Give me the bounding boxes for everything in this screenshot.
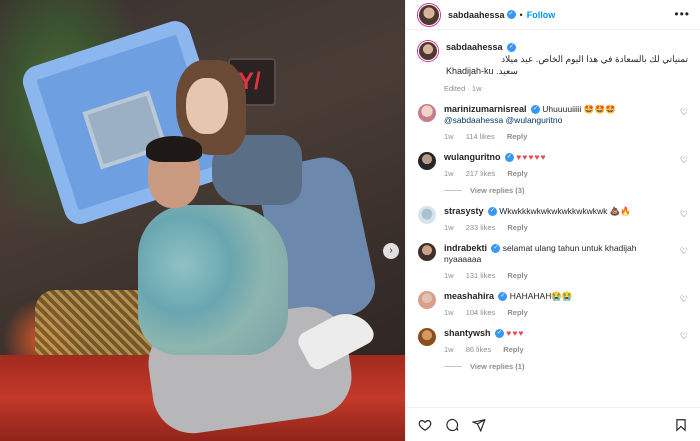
comment-text: Uhuuuuiiiii 🤩🤩🤩 xyxy=(542,104,616,114)
next-photo-button[interactable]: › xyxy=(383,243,399,259)
commenter-username[interactable]: marinizumarnisreal xyxy=(444,104,527,114)
comment-time: 1w xyxy=(444,345,454,354)
commenter-avatar[interactable] xyxy=(418,152,436,170)
heart-icon[interactable]: ♡ xyxy=(680,246,688,257)
comments-scroll[interactable]: sabdaahessa ✓ تمنياتي لك بالسعادة في هذا… xyxy=(406,31,700,407)
comment-time: 1w xyxy=(444,271,454,280)
woman-face xyxy=(186,78,228,134)
verified-icon: ✓ xyxy=(530,105,540,115)
comment-time: 1w xyxy=(444,169,454,178)
heart-icon[interactable]: ♡ xyxy=(680,209,688,220)
reply-button[interactable]: Reply xyxy=(507,132,527,141)
reply-button[interactable]: Reply xyxy=(503,345,523,354)
commenter-username[interactable]: shantywsh xyxy=(444,328,491,338)
comment-time: 1w xyxy=(444,308,454,317)
verified-icon: ✓ xyxy=(487,207,497,217)
save-icon xyxy=(676,418,686,432)
post-photo[interactable]: Y/ › xyxy=(0,0,405,441)
heart-icon[interactable]: ♡ xyxy=(680,331,688,342)
caption-line-1: تمنياتي لك بالسعادة في هذا اليوم الخاص. … xyxy=(501,54,688,64)
man-sweater xyxy=(138,205,288,355)
comment-hearts: ♥♥♥♥♥ xyxy=(516,152,547,162)
commenter-avatar[interactable] xyxy=(418,291,436,309)
heart-icon[interactable]: ♡ xyxy=(680,294,688,305)
verified-icon: ✓ xyxy=(494,329,504,339)
save-button[interactable] xyxy=(674,418,688,432)
caption-username[interactable]: sabdaahessa xyxy=(446,42,503,52)
comment-likes[interactable]: 86 likes xyxy=(466,345,491,354)
reply-button[interactable]: Reply xyxy=(507,223,527,232)
comment-likes[interactable]: 217 likes xyxy=(466,169,496,178)
comment-likes[interactable]: 114 likes xyxy=(466,132,495,141)
author-username[interactable]: sabdaahessa xyxy=(448,10,505,20)
post-header: sabdaahessa ✓ • Follow ••• xyxy=(406,0,700,30)
comment-item: wulanguritno ✓ ♥♥♥♥♥ 1w 217 likes Reply … xyxy=(418,152,688,178)
commenter-username[interactable]: wulanguritno xyxy=(444,152,501,162)
view-replies-button[interactable]: View replies (3) xyxy=(444,186,688,195)
man-hair xyxy=(146,136,202,162)
comment-likes[interactable]: 104 likes xyxy=(466,308,496,317)
commenter-avatar[interactable] xyxy=(418,104,436,122)
commenter-avatar[interactable] xyxy=(418,328,436,346)
verified-icon: ✓ xyxy=(504,153,514,163)
comment-item: marinizumarnisreal ✓ Uhuuuuiiiii 🤩🤩🤩 @sa… xyxy=(418,104,688,141)
comment-item: meashahira ✓ HAHAHAH😭😭 1w 104 likes Repl… xyxy=(418,291,688,317)
commenter-username[interactable]: strasysty xyxy=(444,206,484,216)
comment-text: Wkwkkkwkwkwkwkkwkwkwk 💩🔥 xyxy=(499,206,631,216)
like-button[interactable] xyxy=(418,418,432,432)
commenter-avatar[interactable] xyxy=(418,243,436,261)
caption-avatar[interactable] xyxy=(418,41,438,61)
comment-item: indrabekti ✓ selamat ulang tahun untuk k… xyxy=(418,243,688,280)
comment-time: 1w xyxy=(444,223,454,232)
commenter-username[interactable]: indrabekti xyxy=(444,243,487,253)
post-modal: Y/ › sabdaahessa ✓ • Follow ••• sabdaahe… xyxy=(0,0,700,441)
comment-item: strasysty ✓ Wkwkkkwkwkwkwkkwkwkwk 💩🔥 1w … xyxy=(418,206,688,232)
reply-button[interactable]: Reply xyxy=(507,169,527,178)
heart-icon[interactable]: ♡ xyxy=(680,107,688,118)
verified-icon: ✓ xyxy=(506,10,516,19)
comment-icon xyxy=(446,418,459,431)
reply-button[interactable]: Reply xyxy=(507,271,527,280)
comment-button[interactable] xyxy=(445,418,459,432)
author-avatar[interactable] xyxy=(418,3,440,26)
commenter-username[interactable]: meashahira xyxy=(444,291,494,301)
reply-button[interactable]: Reply xyxy=(507,308,527,317)
caption-line-2: سعيد. Khadijah-ku xyxy=(446,66,518,76)
chevron-right-icon: › xyxy=(389,245,393,256)
comment-item: shantywsh ✓ ♥♥♥ 1w 86 likes Reply ♡ xyxy=(418,328,688,354)
comment-time: 1w xyxy=(444,132,454,141)
comment-likes[interactable]: 131 likes xyxy=(466,271,496,280)
separator-dot: • xyxy=(519,9,523,20)
caption: sabdaahessa ✓ تمنياتي لك بالسعادة في هذا… xyxy=(418,41,688,77)
comment-text: HAHAHAH😭😭 xyxy=(509,291,573,301)
follow-button[interactable]: Follow xyxy=(527,10,556,20)
view-replies-button[interactable]: View replies (1) xyxy=(444,362,688,371)
commenter-avatar[interactable] xyxy=(418,206,436,224)
comment-likes[interactable]: 233 likes xyxy=(466,223,496,232)
share-button[interactable] xyxy=(472,418,486,432)
heart-icon xyxy=(418,419,432,431)
verified-icon: ✓ xyxy=(491,244,501,254)
share-icon xyxy=(472,418,486,432)
comment-mention[interactable]: @sabdaahessa @wulanguritno xyxy=(444,115,562,125)
more-icon[interactable]: ••• xyxy=(674,7,690,21)
comment-hearts: ♥♥♥ xyxy=(506,328,525,338)
verified-icon: ✓ xyxy=(507,43,517,53)
post-side-panel: sabdaahessa ✓ • Follow ••• sabdaahessa ✓… xyxy=(405,0,700,441)
post-actions-bar xyxy=(406,407,700,441)
verified-icon: ✓ xyxy=(498,292,508,302)
caption-text: sabdaahessa ✓ تمنياتي لك بالسعادة في هذا… xyxy=(446,41,688,77)
heart-icon[interactable]: ♡ xyxy=(680,155,688,166)
caption-edited: Edited · 1w xyxy=(444,84,482,93)
